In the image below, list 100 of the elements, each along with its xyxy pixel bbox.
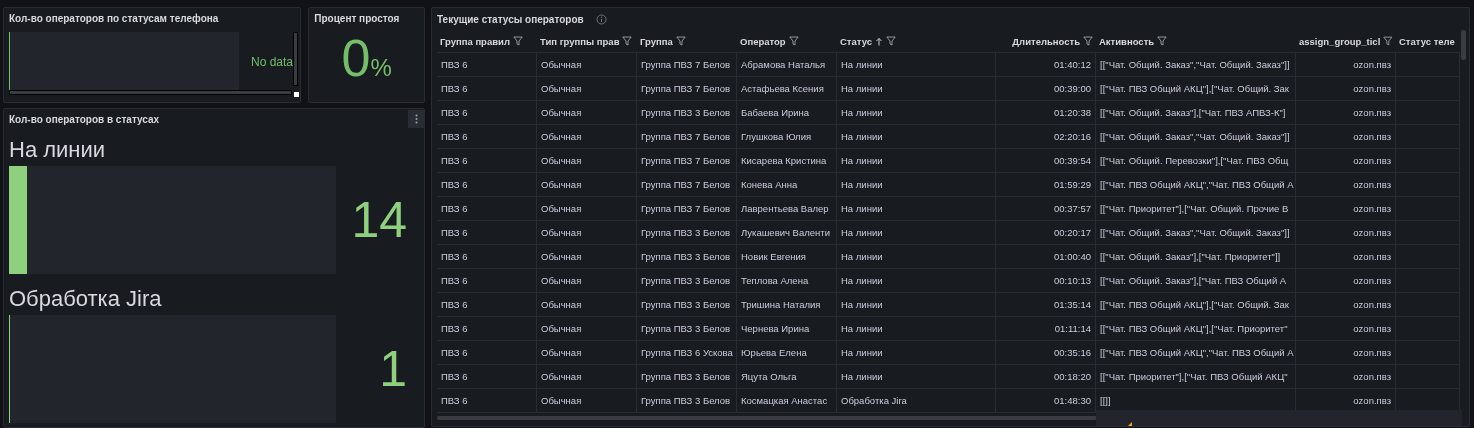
table-cell: [["Чат. ПВЗ Общий АКЦ"],["Чат. Общий. Зак xyxy=(1100,83,1290,94)
column-header[interactable]: Активность xyxy=(1096,30,1296,52)
table-cell: Группа ПВЗ 7 Белов xyxy=(641,155,731,166)
table-cell: Группа ПВЗ 3 Белов xyxy=(641,395,731,406)
table-cell: Группа ПВЗ 7 Белов xyxy=(641,131,731,142)
table-cell: Группа ПВЗ 7 Белов xyxy=(641,59,731,70)
table-cell: ПВЗ 6 xyxy=(441,155,468,166)
table-cell: ПВЗ 6 xyxy=(441,275,468,286)
table-cell: Чернева Ирина xyxy=(741,323,810,334)
table-cell: Конева Анна xyxy=(741,179,798,190)
table-cell: 00:10:13 xyxy=(1054,275,1091,286)
table-cell: ozon.пвз xyxy=(1353,371,1391,382)
table-cell: [["Чат. ПВЗ Общий АКЦ"],["Чат. Общий. Зак xyxy=(1100,299,1290,310)
column-header[interactable]: Группа xyxy=(637,30,737,52)
gauge-value: 14 xyxy=(350,191,408,249)
table-cell: ozon.пвз xyxy=(1353,275,1391,286)
table-cell: Группа ПВЗ 7 Белов xyxy=(641,83,731,94)
table-cell: [["Чат. ПВЗ Общий АКЦ"],["Чат. Приоритет" xyxy=(1100,323,1288,334)
panel-title: Процент простоя xyxy=(313,12,401,24)
table-cell: ozon.пвз xyxy=(1353,107,1391,118)
table-cell: Группа ПВЗ 3 Белов xyxy=(641,107,731,118)
table-cell: На линии xyxy=(841,131,883,142)
table-cell: На линии xyxy=(841,275,883,286)
table-cell: ozon.пвз xyxy=(1353,347,1391,358)
column-header[interactable]: Длительность xyxy=(996,30,1096,52)
table-cell: Тришина Наталия xyxy=(741,299,821,310)
table-cell: ПВЗ 6 xyxy=(441,131,468,142)
table-cell: На линии xyxy=(841,203,883,214)
table-cell: [["Чат. Общий. Заказ","Чат. Общий. Заказ"]] xyxy=(1100,59,1290,70)
table-cell: ozon.пвз xyxy=(1353,155,1391,166)
table-cell: 00:18:20 xyxy=(1054,371,1091,382)
table-cell: На линии xyxy=(841,59,883,70)
table-cell: ozon.пвз xyxy=(1353,395,1391,406)
table-cell: На линии xyxy=(841,251,883,262)
column-header[interactable]: Группа правил xyxy=(437,30,537,52)
table-cell: Бабаева Ирина xyxy=(741,107,810,118)
table-cell: Обычная xyxy=(541,371,582,382)
column-header[interactable]: assign_group_ticl xyxy=(1296,30,1396,52)
table-cell: ПВЗ 6 xyxy=(441,299,468,310)
table-cell: ozon.пвз xyxy=(1353,299,1391,310)
table-cell: Лукашевич Валенти xyxy=(741,227,830,238)
table-cell: ozon.пвз xyxy=(1353,83,1391,94)
table-cell: Обработка Jira xyxy=(841,395,907,406)
table-cell: Кисарева Кристина xyxy=(741,155,827,166)
table-cell: Группа ПВЗ 3 Белов xyxy=(641,299,731,310)
table-cell: [["Чат. ПВЗ Общий АКЦ","Чат. ПВЗ Общий А xyxy=(1100,347,1294,358)
table-cell: ПВЗ 6 xyxy=(441,251,468,262)
table-cell: Обычная xyxy=(541,203,582,214)
table-cell: 01:40:12 xyxy=(1054,59,1091,70)
column-header[interactable]: Оператор xyxy=(737,30,837,52)
table-cell: Новик Евгения xyxy=(741,251,806,262)
table-cell: [["Чат. Общий. Заказ","Чат. Общий. Заказ"]] xyxy=(1100,227,1290,238)
panel-title: Кол-во операторов в статусах xyxy=(9,113,161,125)
table-cell: ozon.пвз xyxy=(1353,203,1391,214)
table-cell: ПВЗ 6 xyxy=(441,59,468,70)
table-cell: На линии xyxy=(841,107,883,118)
table-cell: ПВЗ 6 xyxy=(441,179,468,190)
table-cell: ozon.пвз xyxy=(1353,59,1391,70)
table-cell: [["Чат. ПВЗ Общий АКЦ","Чат. ПВЗ Общий А xyxy=(1100,179,1294,190)
table-cell: На линии xyxy=(841,371,883,382)
table-cell: На линии xyxy=(841,83,883,94)
column-header[interactable]: Тип группы прав xyxy=(537,30,637,52)
table-cell: ozon.пвз xyxy=(1353,251,1391,262)
column-header[interactable]: Статус xyxy=(837,30,996,52)
table-cell: ПВЗ 6 xyxy=(441,107,468,118)
table-cell: На линии xyxy=(841,179,883,190)
table-cell: Группа ПВЗ 3 Белов xyxy=(641,323,731,334)
table-cell: Обычная xyxy=(541,155,582,166)
table-cell: Глушкова Юлия xyxy=(741,131,812,142)
gauge-value: 1 xyxy=(378,340,408,398)
gauge-label: На линии xyxy=(9,137,107,163)
table-cell: Абрамова Наталья xyxy=(741,59,826,70)
table-cell: На линии xyxy=(841,299,883,310)
stat-unit: % xyxy=(370,54,392,82)
table-cell: На линии xyxy=(841,347,883,358)
table-cell: 01:20:38 xyxy=(1054,107,1091,118)
table-cell: 00:20:17 xyxy=(1054,227,1091,238)
table-cell: 01:00:40 xyxy=(1054,251,1091,262)
table-cell: Группа ПВЗ 7 Белов xyxy=(641,203,731,214)
table-cell: Обычная xyxy=(541,251,582,262)
table-cell: [["Чат. Общий. Перевозки"],["Чат. ПВЗ Общ xyxy=(1100,155,1289,166)
table-cell: Теплова Алена xyxy=(741,275,809,286)
table-cell: [["Чат. Общий. Заказ"],["Чат. ПВЗ АПВЗ-К"] xyxy=(1100,107,1286,118)
table-cell: Яцута Ольга xyxy=(741,371,797,382)
table-cell: 01:35:14 xyxy=(1054,299,1091,310)
table-cell: Обычная xyxy=(541,299,582,310)
table-cell: 01:59:29 xyxy=(1054,179,1091,190)
table-cell: Юрьева Елена xyxy=(741,347,807,358)
table-cell: [["Чат. Общий. Заказ","Чат. Общий. Заказ"]] xyxy=(1100,131,1290,142)
table-cell: ПВЗ 6 xyxy=(441,83,468,94)
table-cell: На линии xyxy=(841,323,883,334)
column-header[interactable]: Статус теле xyxy=(1396,30,1460,52)
table-cell: Обычная xyxy=(541,227,582,238)
table-cell: Обычная xyxy=(541,83,582,94)
table-cell: ПВЗ 6 xyxy=(441,371,468,382)
table-cell: Обычная xyxy=(541,275,582,286)
no-data-text: No data xyxy=(251,55,294,69)
table-cell: Обычная xyxy=(541,395,582,406)
table-cell: [["Чат. Приоритет"],["Чат. Общий. Прочие В xyxy=(1100,203,1289,214)
table-cell: ПВЗ 6 xyxy=(441,227,468,238)
